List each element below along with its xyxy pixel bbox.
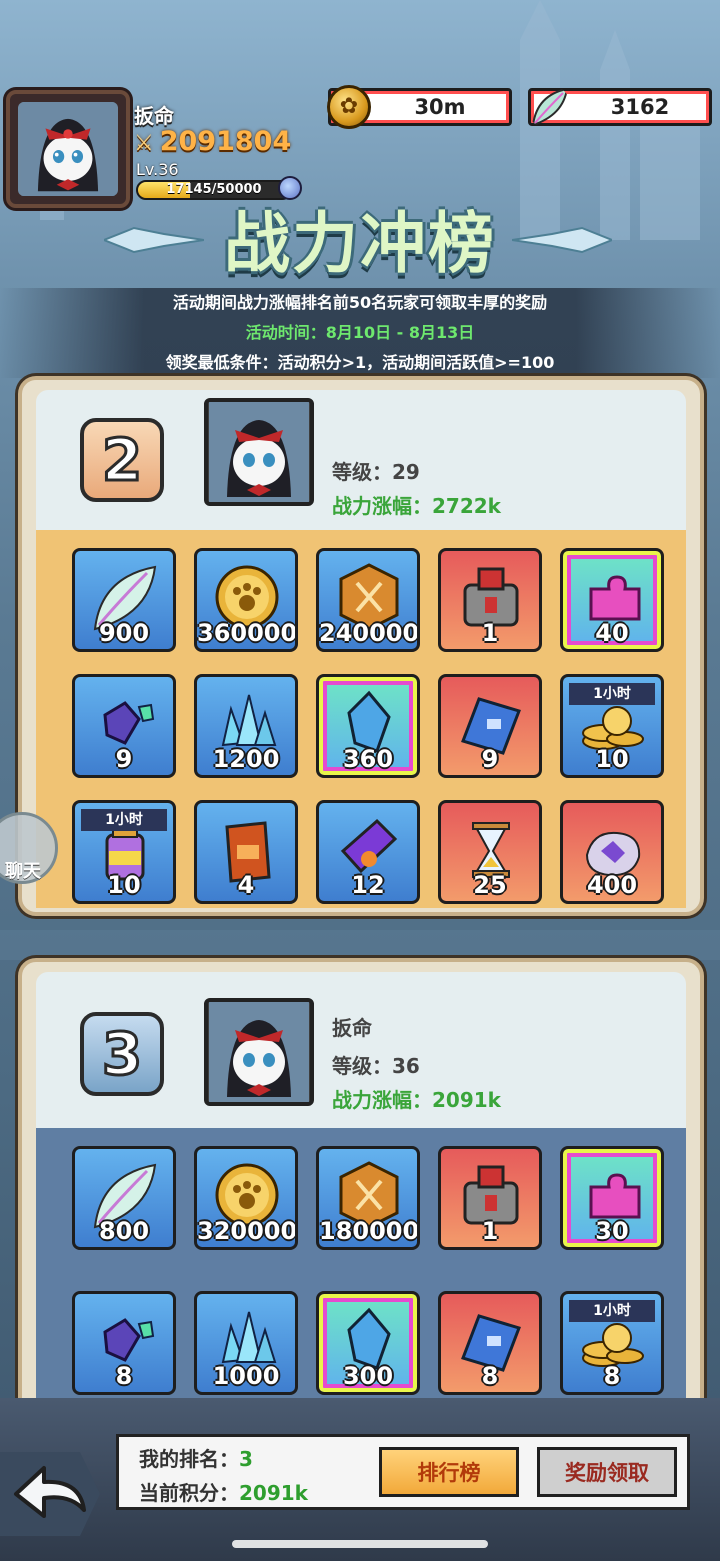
my-rank-panel: 我的排名：3 当前积分：2091k 排行榜 奖励领取 bbox=[116, 1434, 690, 1510]
rank2-reward-item[interactable]: 40 bbox=[560, 548, 664, 652]
rank2-reward-item[interactable]: 1200 bbox=[194, 674, 298, 778]
back-arrow-icon bbox=[14, 1466, 86, 1518]
chat-label: 聊天 bbox=[5, 861, 41, 882]
item-quantity: 900 bbox=[98, 619, 150, 647]
item-quantity: 1200 bbox=[212, 745, 280, 773]
rank3-reward-item[interactable]: 1小时 8 bbox=[560, 1291, 664, 1395]
paw-coin-icon bbox=[327, 85, 371, 129]
right-wing-ornament bbox=[512, 226, 612, 254]
item-quantity: 25 bbox=[473, 871, 507, 899]
event-title-banner: 战力冲榜 bbox=[0, 190, 720, 286]
sword-icon: ⚔ bbox=[134, 131, 154, 156]
item-quantity: 12 bbox=[351, 871, 385, 899]
item-quantity: 400 bbox=[586, 871, 638, 899]
back-button[interactable] bbox=[0, 1452, 100, 1536]
rank-2-panel: 2 等级：29 战力涨幅：2722k 900 360000 240000 1 40 9 12… bbox=[18, 376, 704, 916]
item-quantity: 1 bbox=[481, 619, 499, 647]
item-quantity: 9 bbox=[481, 745, 499, 773]
item-quantity: 10 bbox=[107, 871, 141, 899]
item-quantity: 1 bbox=[481, 1217, 499, 1245]
item-quantity: 320000 bbox=[197, 1217, 298, 1245]
item-quantity: 4 bbox=[237, 871, 255, 899]
rank3-reward-item[interactable]: 800 bbox=[72, 1146, 176, 1250]
coin-counter[interactable]: 30m bbox=[327, 85, 512, 129]
rank2-reward-item[interactable]: 1小时 10 bbox=[560, 674, 664, 778]
event-time: 活动时间：8月10日 - 8月13日 bbox=[0, 318, 720, 348]
item-quantity: 300 bbox=[342, 1362, 394, 1390]
cat-girl-portrait bbox=[209, 1002, 309, 1102]
leaderboard-button[interactable]: 排行榜 bbox=[379, 1447, 519, 1497]
rank3-reward-item[interactable]: 180000 bbox=[316, 1146, 420, 1250]
rank3-reward-item[interactable]: 30 bbox=[560, 1146, 664, 1250]
item-quantity: 9 bbox=[115, 745, 133, 773]
player-name: 扳命 bbox=[134, 104, 174, 128]
rank2-reward-item[interactable]: 240000 bbox=[316, 548, 420, 652]
claim-reward-button[interactable]: 奖励领取 bbox=[537, 1447, 677, 1497]
rank-2-level: 等级：29 bbox=[332, 460, 420, 484]
rank2-reward-item[interactable]: 1 bbox=[438, 548, 542, 652]
rank2-reward-item[interactable]: 360000 bbox=[194, 548, 298, 652]
rank-3-badge: 3 bbox=[80, 1012, 164, 1096]
item-quantity: 10 bbox=[595, 745, 629, 773]
rank-2-badge: 2 bbox=[80, 418, 164, 502]
my-rank: 我的排名：3 bbox=[139, 1447, 253, 1471]
item-quantity: 240000 bbox=[319, 619, 420, 647]
rank2-reward-item[interactable]: 4 bbox=[194, 800, 298, 904]
item-quantity: 8 bbox=[115, 1362, 133, 1390]
item-quantity: 8 bbox=[481, 1362, 499, 1390]
item-quantity: 360000 bbox=[197, 619, 298, 647]
rank2-reward-item[interactable]: 9 bbox=[438, 674, 542, 778]
feather-value: 3162 bbox=[610, 95, 670, 119]
feather-counter[interactable]: 3162 bbox=[528, 87, 712, 127]
rank2-reward-item[interactable]: 900 bbox=[72, 548, 176, 652]
cat-girl-portrait bbox=[21, 102, 115, 196]
item-quantity: 1000 bbox=[212, 1362, 280, 1390]
home-indicator[interactable] bbox=[232, 1540, 488, 1548]
cat-girl-portrait bbox=[209, 402, 309, 502]
player-level: Lv.36 bbox=[136, 160, 179, 179]
rank3-reward-item[interactable]: 1000 bbox=[194, 1291, 298, 1395]
rank2-reward-item[interactable]: 400 bbox=[560, 800, 664, 904]
coin-value: 30m bbox=[414, 95, 466, 119]
event-condition: 领奖最低条件：活动积分>1，活动期间活跃值>=100 bbox=[0, 348, 720, 378]
rank3-reward-item[interactable]: 300 bbox=[316, 1291, 420, 1395]
duration-tag: 1小时 bbox=[569, 683, 655, 705]
item-quantity: 40 bbox=[595, 619, 629, 647]
bottom-bar: 我的排名：3 当前积分：2091k 排行榜 奖励领取 bbox=[0, 1398, 720, 1561]
item-quantity: 360 bbox=[342, 745, 394, 773]
rank2-reward-item[interactable]: 25 bbox=[438, 800, 542, 904]
rank-2-avatar[interactable] bbox=[204, 398, 314, 506]
item-quantity: 800 bbox=[98, 1217, 150, 1245]
rank-3-power-gain: 战力涨幅：2091k bbox=[332, 1088, 501, 1112]
rank-2-reward-grid: 900 360000 240000 1 40 9 1200 360 9 1小时 10 1小时 10 4 12… bbox=[36, 530, 686, 908]
rank2-reward-item[interactable]: 360 bbox=[316, 674, 420, 778]
player-power: ⚔ 2091804 bbox=[134, 126, 292, 157]
my-score: 当前积分：2091k bbox=[139, 1481, 308, 1505]
rank-3-avatar[interactable] bbox=[204, 998, 314, 1106]
rank2-reward-item[interactable]: 9 bbox=[72, 674, 176, 778]
rank3-reward-item[interactable]: 8 bbox=[72, 1291, 176, 1395]
item-quantity: 8 bbox=[603, 1362, 621, 1390]
rank-3-name: 扳命 bbox=[332, 1016, 372, 1040]
duration-tag: 1小时 bbox=[81, 809, 167, 831]
rank-3-header: 3 扳命 等级：36 战力涨幅：2091k bbox=[36, 972, 686, 1128]
duration-tag: 1小时 bbox=[569, 1300, 655, 1322]
event-description: 活动期间战力涨幅排名前50名玩家可领取丰厚的奖励 bbox=[0, 288, 720, 318]
rank-2-power-gain: 战力涨幅：2722k bbox=[332, 494, 501, 518]
item-quantity: 180000 bbox=[319, 1217, 420, 1245]
feather-icon bbox=[531, 87, 569, 127]
rank-3-panel: 3 扳命 等级：36 战力涨幅：2091k 800 320000 180000 1 30… bbox=[18, 958, 704, 1418]
rank-2-header: 2 等级：29 战力涨幅：2722k bbox=[36, 390, 686, 530]
rank3-reward-item[interactable]: 8 bbox=[438, 1291, 542, 1395]
rank-3-level: 等级：36 bbox=[332, 1054, 420, 1078]
rank-3-reward-grid: 800 320000 180000 1 30 8 1000 300 8 1小时 8 bbox=[36, 1128, 686, 1418]
event-title: 战力冲榜 bbox=[224, 205, 496, 282]
rank2-reward-item[interactable]: 12 bbox=[316, 800, 420, 904]
item-quantity: 30 bbox=[595, 1217, 629, 1245]
rank3-reward-item[interactable]: 1 bbox=[438, 1146, 542, 1250]
rank2-reward-item[interactable]: 1小时 10 bbox=[72, 800, 176, 904]
rank3-reward-item[interactable]: 320000 bbox=[194, 1146, 298, 1250]
